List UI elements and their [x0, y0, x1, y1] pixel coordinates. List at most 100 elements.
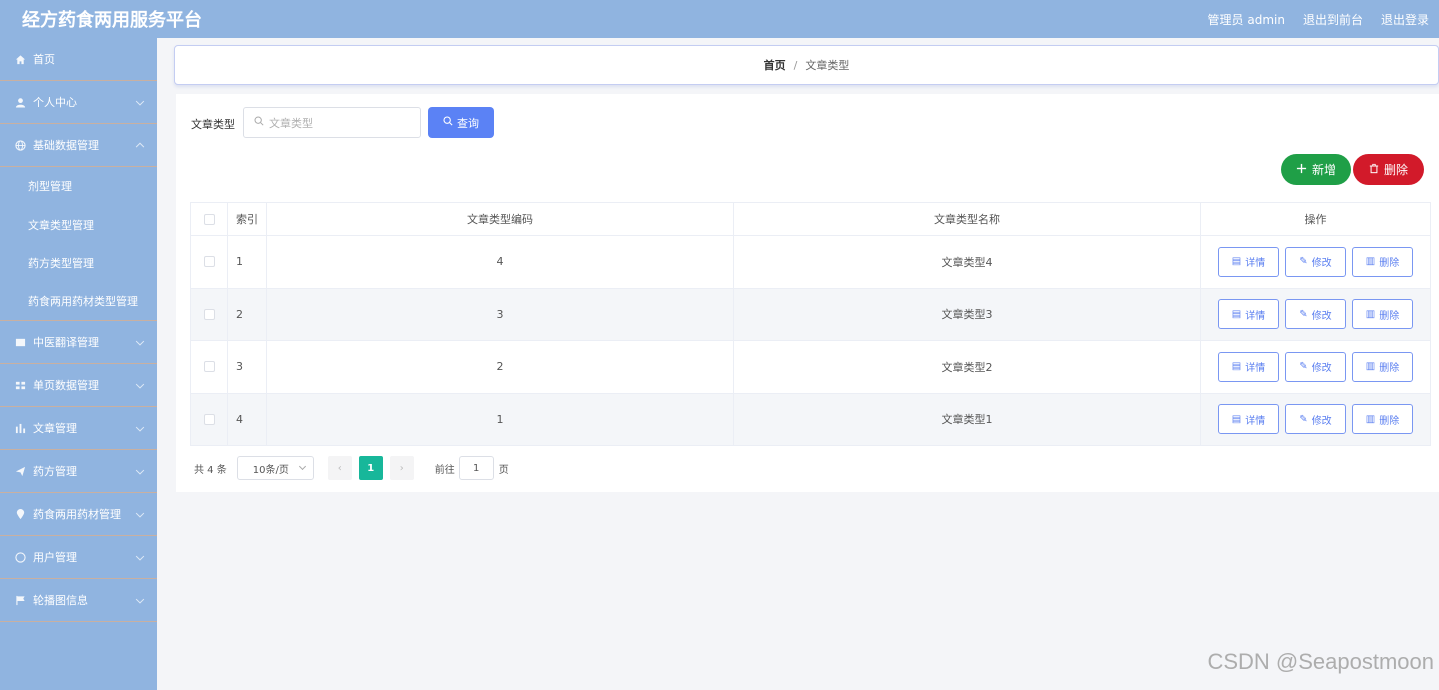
edit-button[interactable]: ✎ 修改 — [1285, 246, 1346, 277]
sidebar-subitem-dosage[interactable]: 剂型管理 — [0, 167, 157, 206]
query-button[interactable]: 查询 — [428, 107, 494, 138]
chevron-down-icon — [135, 595, 145, 604]
row-delete-button[interactable]: ▥ 删除 — [1352, 404, 1413, 435]
trash-icon: ▥ — [1365, 361, 1376, 373]
logout-link[interactable]: 退出登录 — [1381, 11, 1429, 28]
cell-name: 文章类型2 — [734, 341, 1201, 393]
sidebar-item-label: 基础数据管理 — [33, 139, 99, 152]
sidebar-item-label: 个人中心 — [33, 96, 77, 109]
add-button[interactable]: 新增 — [1281, 154, 1351, 185]
page-number-current[interactable]: 1 — [358, 456, 383, 480]
table-header: 索引 文章类型编码 文章类型名称 操作 — [190, 202, 1431, 236]
cell-index: 3 — [228, 341, 267, 393]
pencil-icon: ✎ — [1299, 308, 1308, 320]
globe-icon — [14, 139, 26, 151]
sidebar-item-herb[interactable]: 药食两用药材管理 — [0, 493, 157, 536]
search-input[interactable]: 文章类型 — [243, 107, 421, 138]
top-header: 经方药食两用服务平台 管理员 admin 退出到前台 退出登录 — [0, 0, 1439, 38]
trash-icon: ▥ — [1365, 413, 1376, 425]
cell-code: 2 — [267, 341, 734, 393]
detail-button[interactable]: ▤ 详情 — [1218, 299, 1279, 330]
watermark: CSDN @Seapostmoon — [1207, 649, 1434, 674]
page-size-value: 10条/页 — [252, 464, 289, 476]
breadcrumb: 首页 / 文章类型 — [174, 45, 1439, 85]
sidebar-item-prescription[interactable]: 药方管理 — [0, 450, 157, 493]
trash-icon: ▥ — [1365, 256, 1376, 268]
prev-page-button[interactable]: ‹ — [327, 456, 352, 480]
chevron-down-icon — [135, 509, 145, 518]
cell-name: 文章类型4 — [734, 236, 1201, 288]
detail-button[interactable]: ▤ 详情 — [1218, 246, 1279, 277]
detail-button[interactable]: ▤ 详情 — [1218, 404, 1279, 435]
sidebar-item-singlepage[interactable]: 单页数据管理 — [0, 364, 157, 407]
sidebar: 首页 个人中心 基础数据管理 剂型管理 文章类型管理 药方类型管理 药食两用药材… — [0, 38, 157, 690]
cell-name: 文章类型1 — [734, 393, 1201, 445]
query-button-label: 查询 — [457, 116, 479, 130]
col-header-actions: 操作 — [1201, 203, 1431, 235]
cell-name: 文章类型3 — [734, 288, 1201, 340]
cell-index: 2 — [228, 288, 267, 340]
back-to-front-link[interactable]: 退出到前台 — [1303, 11, 1363, 28]
goto-page-input[interactable]: 1 — [458, 456, 494, 480]
document-icon: ▤ — [1231, 256, 1242, 268]
book-icon — [14, 336, 26, 348]
chevron-up-icon — [135, 142, 145, 152]
sidebar-item-users[interactable]: 用户管理 — [0, 536, 157, 579]
cell-code: 4 — [267, 236, 734, 288]
sidebar-item-basic-data[interactable]: 基础数据管理 — [0, 124, 157, 167]
row-checkbox[interactable] — [203, 256, 215, 268]
next-page-button[interactable]: › — [389, 456, 414, 480]
sidebar-item-personal[interactable]: 个人中心 — [0, 81, 157, 124]
chevron-down-icon — [135, 337, 145, 346]
breadcrumb-current: 文章类型 — [805, 59, 850, 72]
add-button-label: 新增 — [1311, 163, 1336, 177]
sidebar-subitem-article-type[interactable]: 文章类型管理 — [0, 206, 157, 245]
col-header-name: 文章类型名称 — [734, 203, 1201, 235]
select-all-checkbox[interactable] — [203, 213, 215, 225]
edit-button[interactable]: ✎ 修改 — [1285, 299, 1346, 330]
sidebar-item-label: 文章管理 — [33, 422, 77, 435]
content-panel: 文章类型 文章类型 查询 新增 删除 索引 文章类型编码 文章类型名称 操作 1… — [176, 94, 1439, 492]
document-icon: ▤ — [1231, 413, 1242, 425]
sidebar-item-carousel[interactable]: 轮播图信息 — [0, 579, 157, 622]
pencil-icon: ✎ — [1299, 256, 1308, 268]
trash-icon: ▥ — [1365, 308, 1376, 320]
data-table: 索引 文章类型编码 文章类型名称 操作 1 4 文章类型4 ▤ 详情 ✎ 修改 ▥ 删… — [190, 202, 1431, 446]
sidebar-subitem-herb-type[interactable]: 药食两用药材类型管理 — [0, 283, 157, 321]
sidebar-item-label: 首页 — [33, 53, 55, 66]
edit-button[interactable]: ✎ 修改 — [1285, 404, 1346, 435]
chevron-down-icon — [135, 380, 145, 389]
table-row: 3 2 文章类型2 ▤ 详情 ✎ 修改 ▥ 删除 — [190, 341, 1431, 394]
breadcrumb-home[interactable]: 首页 — [764, 57, 786, 73]
table-row: 4 1 文章类型1 ▤ 详情 ✎ 修改 ▥ 删除 — [190, 393, 1431, 446]
sidebar-subitem-prescription-type[interactable]: 药方类型管理 — [0, 244, 157, 283]
row-delete-button[interactable]: ▥ 删除 — [1352, 246, 1413, 277]
page-size-select[interactable]: 10条/页 — [236, 456, 314, 480]
sidebar-item-label: 药方管理 — [33, 465, 77, 478]
row-delete-button[interactable]: ▥ 删除 — [1352, 351, 1413, 382]
edit-button[interactable]: ✎ 修改 — [1285, 351, 1346, 382]
detail-button[interactable]: ▤ 详情 — [1218, 351, 1279, 382]
chevron-down-icon — [135, 466, 145, 475]
sidebar-item-label: 轮播图信息 — [33, 594, 88, 607]
row-delete-button[interactable]: ▥ 删除 — [1352, 299, 1413, 330]
pencil-icon: ✎ — [1299, 361, 1308, 373]
home-icon — [14, 53, 26, 65]
search-label: 文章类型 — [191, 118, 235, 131]
row-checkbox[interactable] — [203, 308, 215, 320]
goto-label: 前往 — [434, 464, 455, 476]
table-row: 1 4 文章类型4 ▤ 详情 ✎ 修改 ▥ 删除 — [190, 236, 1431, 289]
row-checkbox[interactable] — [203, 413, 215, 425]
row-checkbox[interactable] — [203, 361, 215, 373]
sidebar-item-label: 药食两用药材管理 — [33, 508, 121, 521]
pagination: 共 4 条 10条/页 ‹ 1 › 前往 1 页 — [194, 456, 509, 480]
delete-button[interactable]: 删除 — [1353, 154, 1424, 185]
sidebar-item-translation[interactable]: 中医翻译管理 — [0, 321, 157, 364]
admin-label[interactable]: 管理员 admin — [1208, 11, 1285, 28]
sidebar-item-article[interactable]: 文章管理 — [0, 407, 157, 450]
top-links: 管理员 admin 退出到前台 退出登录 — [1208, 11, 1429, 28]
main-area: 首页 / 文章类型 文章类型 文章类型 查询 新增 删除 索引 文章类型编码 文… — [157, 38, 1439, 690]
app-title: 经方药食两用服务平台 — [22, 10, 202, 31]
pin-icon — [14, 508, 26, 520]
sidebar-item-home[interactable]: 首页 — [0, 38, 157, 81]
